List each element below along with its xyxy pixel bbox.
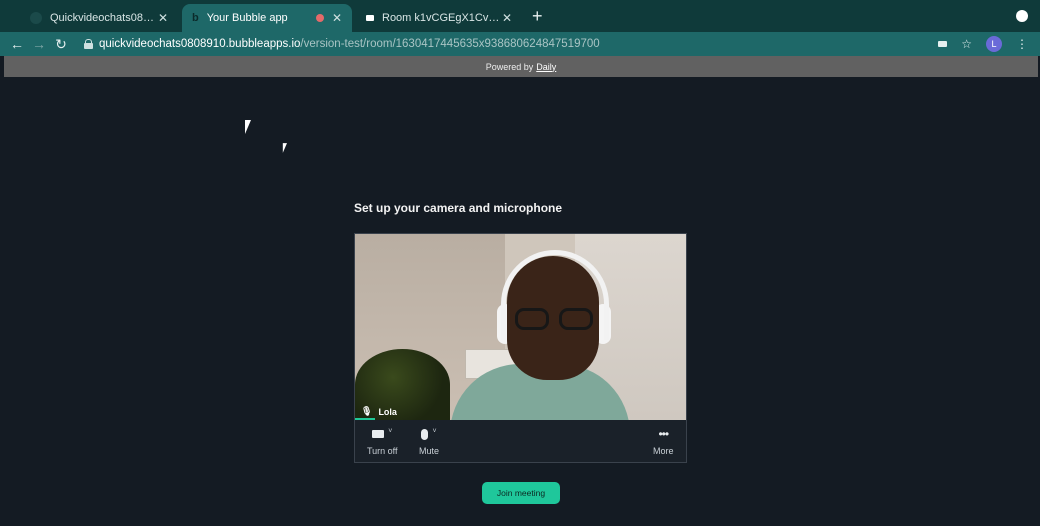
powered-by-banner: Powered by Daily: [4, 56, 1038, 77]
glasses: [515, 308, 593, 330]
participant-name: Lola: [378, 406, 397, 417]
chevron-down-icon[interactable]: ˅: [432, 428, 436, 435]
device-controls: ˅ Turn off ˅ Mute ••• More: [355, 420, 686, 462]
tab-title: Quickvideochats0808910 | Bu: [50, 12, 158, 24]
video-camera-favicon-icon: [366, 15, 374, 21]
chevron-down-icon[interactable]: ˅: [388, 428, 392, 435]
close-tab-icon[interactable]: ✕: [502, 11, 512, 25]
forward-arrow-icon[interactable]: →: [28, 36, 50, 52]
tab-title: Room k1vCGEgX1CvojK1Pqe8: [382, 12, 502, 24]
prejoin-screen: Set up your camera and microphone 🎙 Lola: [0, 77, 1040, 526]
url-path: /version-test/room/1630417445635x9386806…: [300, 38, 600, 50]
bookmark-star-icon[interactable]: ☆: [961, 37, 972, 51]
tab-title: Your Bubble app: [206, 12, 288, 24]
tab-room[interactable]: Room k1vCGEgX1CvojK1Pqe8 ✕: [356, 4, 522, 32]
powered-by-text: Powered by: [485, 61, 534, 72]
camera-toggle-label: Turn off: [367, 446, 398, 456]
video-camera-icon: [372, 430, 385, 438]
daily-link[interactable]: Daily: [536, 62, 556, 72]
browser-toolbar: ← → ↻ quickvideochats0808910.bubbleapps.…: [0, 32, 1040, 56]
microphone-icon: 🎙: [361, 406, 373, 416]
address-bar[interactable]: quickvideochats0808910.bubbleapps.io /ve…: [78, 38, 600, 50]
camera-in-use-icon[interactable]: [938, 41, 948, 47]
tab-quickvideochats[interactable]: Quickvideochats0808910 | Bu ✕: [20, 4, 178, 32]
tab-search-icon[interactable]: [1016, 10, 1028, 22]
camera-toggle-button[interactable]: ˅ Turn off: [367, 426, 398, 457]
mouse-cursor-icon: [245, 120, 257, 134]
camera-preview: 🎙 Lola: [355, 234, 686, 420]
browser-tab-bar: Quickvideochats0808910 | Bu ✕ b Your Bub…: [0, 0, 1040, 32]
bubble-favicon-icon: b: [192, 12, 199, 24]
back-arrow-icon[interactable]: ←: [6, 36, 28, 52]
bubble-favicon-icon: [30, 12, 42, 24]
profile-avatar[interactable]: L: [986, 36, 1002, 52]
close-tab-icon[interactable]: ✕: [158, 11, 168, 25]
close-tab-icon[interactable]: ✕: [332, 11, 342, 25]
more-dots-icon: •••: [658, 427, 669, 441]
mic-toggle-button[interactable]: ˅ Mute: [419, 426, 440, 457]
participant-name-tag: 🎙 Lola: [361, 406, 397, 417]
microphone-icon: [421, 428, 429, 440]
url-host: quickvideochats0808910.bubbleapps.io: [99, 38, 301, 50]
setup-title: Set up your camera and microphone: [354, 201, 563, 215]
more-label: More: [653, 446, 674, 456]
tab-your-bubble-app[interactable]: b Your Bubble app ✕: [182, 4, 352, 32]
new-tab-button[interactable]: +: [532, 6, 543, 27]
lock-icon: [84, 39, 93, 49]
video-preview-card: 🎙 Lola ˅ Turn off ˅ Mute ••• More: [354, 233, 687, 463]
join-meeting-button[interactable]: Join meeting: [482, 482, 560, 504]
reload-icon[interactable]: ↻: [50, 36, 72, 53]
mic-toggle-label: Mute: [419, 446, 440, 456]
mouse-cursor-icon: [282, 143, 291, 153]
more-button[interactable]: ••• More: [653, 426, 674, 456]
kebab-menu-icon[interactable]: ⋮: [1016, 37, 1028, 51]
recording-indicator-icon: [315, 14, 324, 22]
